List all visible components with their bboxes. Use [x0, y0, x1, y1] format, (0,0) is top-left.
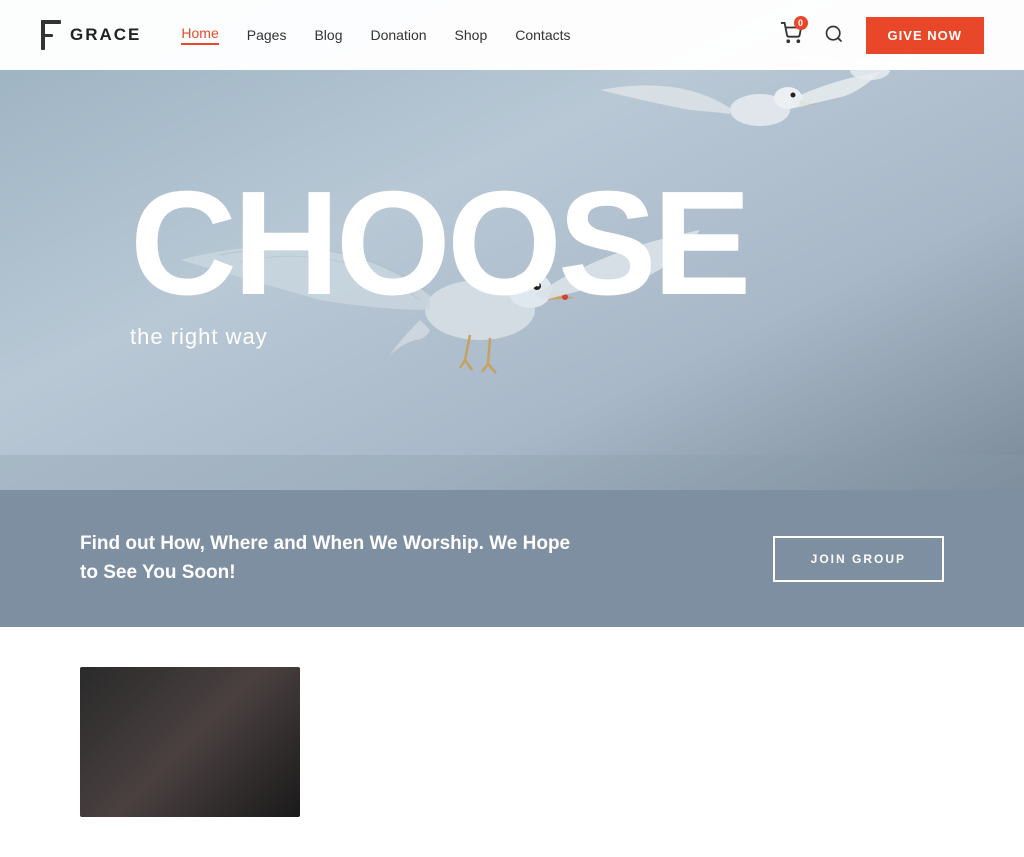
cta-banner: Find out How, Where and When We Worship.…: [0, 490, 1024, 627]
give-now-button[interactable]: GIVE NOW: [866, 17, 984, 54]
cart-badge: 0: [794, 16, 808, 30]
hero-subtitle: the right way: [130, 324, 1024, 350]
nav-pages[interactable]: Pages: [247, 27, 287, 43]
nav-contacts[interactable]: Contacts: [515, 27, 570, 43]
join-group-button[interactable]: JOIN GROUP: [773, 536, 944, 582]
main-nav: Home Pages Blog Donation Shop Contacts: [181, 25, 779, 45]
hero-main-text: CHOOSE: [130, 170, 1024, 318]
nav-shop[interactable]: Shop: [455, 27, 488, 43]
content-thumbnail: [80, 667, 300, 817]
cta-text: Find out How, Where and When We Worship.…: [80, 530, 580, 587]
header: GRACE Home Pages Blog Donation Shop Cont…: [0, 0, 1024, 70]
nav-home[interactable]: Home: [181, 25, 218, 45]
nav-donation[interactable]: Donation: [371, 27, 427, 43]
hero-text-overlay: CHOOSE the right way: [0, 0, 1024, 490]
below-fold-section: [0, 627, 1024, 857]
logo-text: GRACE: [70, 25, 141, 45]
header-right: 0 GIVE NOW: [780, 17, 984, 54]
logo-icon: [40, 19, 62, 51]
search-button[interactable]: [820, 20, 848, 51]
cart-button[interactable]: 0: [780, 22, 802, 49]
search-icon: [824, 24, 844, 44]
hero-section: CHOOSE the right way: [0, 0, 1024, 490]
nav-blog[interactable]: Blog: [314, 27, 342, 43]
logo[interactable]: GRACE: [40, 19, 141, 51]
